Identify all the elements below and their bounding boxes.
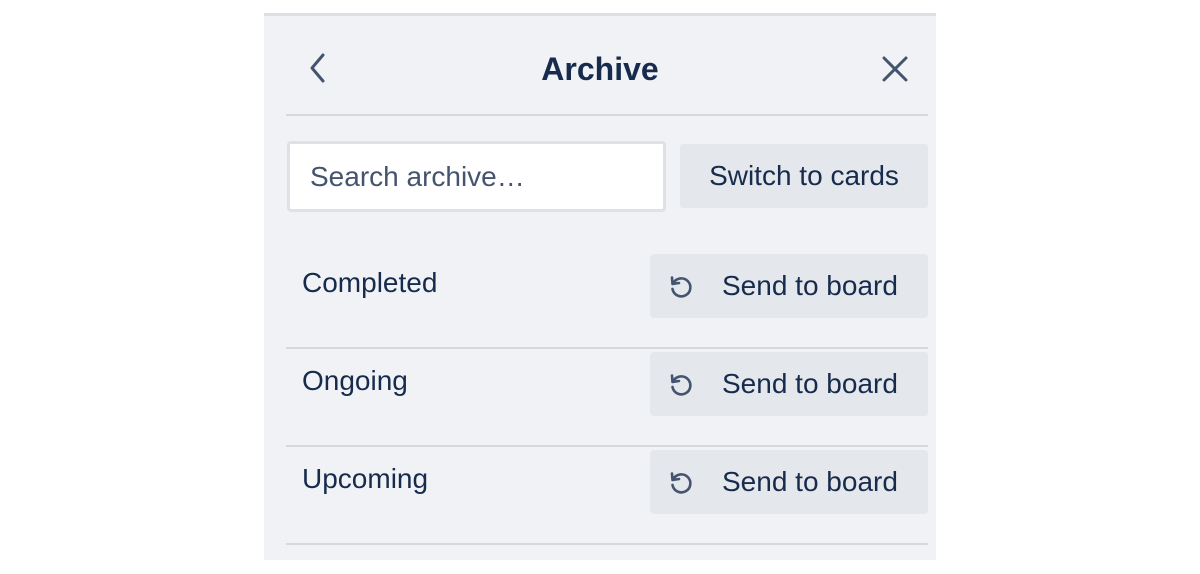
row-divider bbox=[286, 543, 928, 545]
send-to-board-label: Send to board bbox=[722, 270, 898, 301]
header-divider bbox=[286, 114, 928, 116]
archived-list-row: Upcoming Send to board bbox=[264, 447, 936, 545]
send-to-board-label: Send to board bbox=[722, 368, 898, 399]
switch-to-cards-button[interactable]: Switch to cards bbox=[680, 144, 928, 208]
restore-icon bbox=[670, 374, 692, 396]
archived-list-row: Completed Send to board bbox=[264, 251, 936, 349]
close-icon bbox=[882, 56, 908, 82]
send-to-board-label: Send to board bbox=[722, 466, 898, 497]
send-to-board-button[interactable]: Send to board bbox=[650, 352, 928, 416]
archived-list-name: Completed bbox=[302, 267, 438, 298]
restore-icon bbox=[670, 276, 692, 298]
archived-list-name: Upcoming bbox=[302, 463, 429, 494]
archived-list-row: Ongoing Send to board bbox=[264, 349, 936, 447]
send-to-board-button[interactable]: Send to board bbox=[650, 254, 928, 318]
restore-icon bbox=[670, 472, 692, 494]
close-button[interactable] bbox=[876, 50, 914, 88]
archive-panel: Archive Switch to cards Completed Send t… bbox=[264, 13, 936, 560]
send-to-board-button[interactable]: Send to board bbox=[650, 450, 928, 514]
search-input[interactable] bbox=[287, 141, 666, 212]
panel-header: Archive bbox=[264, 16, 936, 117]
archived-list-name: Ongoing bbox=[302, 365, 408, 396]
panel-title: Archive bbox=[541, 51, 659, 87]
